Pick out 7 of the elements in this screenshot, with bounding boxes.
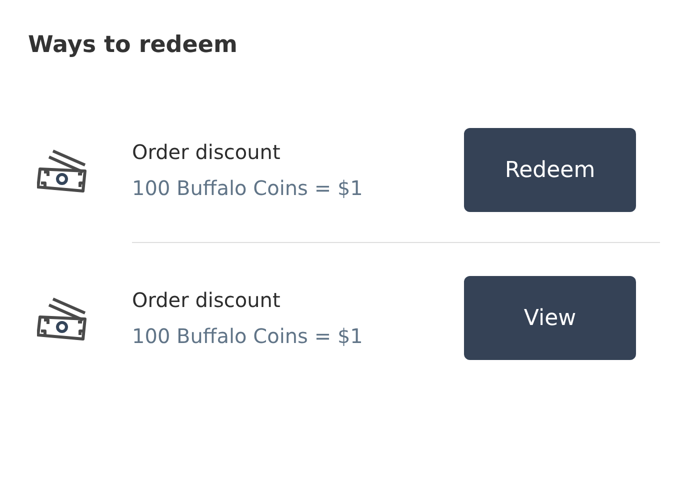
option-rate: 100 Buffalo Coins = $1 — [132, 324, 364, 348]
option-name: Order discount — [132, 288, 282, 312]
action-button[interactable]: Redeem — [464, 128, 636, 212]
option-name: Order discount — [132, 140, 282, 164]
option-rate: 100 Buffalo Coins = $1 — [132, 176, 364, 200]
section-title: Ways to redeem — [27, 31, 238, 60]
action-button[interactable]: View — [464, 276, 636, 360]
